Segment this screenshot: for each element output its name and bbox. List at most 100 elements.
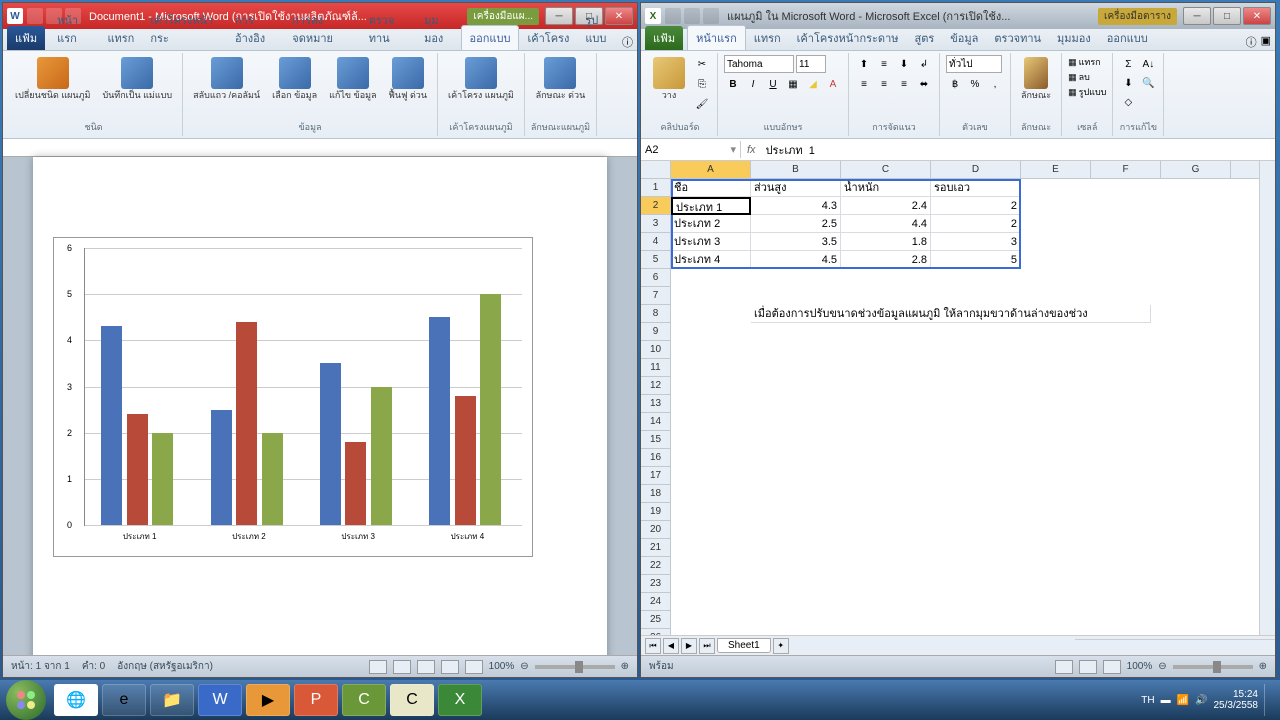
fx-icon[interactable]: fx xyxy=(741,144,762,156)
tab-view[interactable]: มุมมอง xyxy=(416,8,460,50)
undo-icon[interactable] xyxy=(684,8,700,24)
zoom-slider[interactable] xyxy=(535,665,615,669)
cell-B5[interactable]: 4.5 xyxy=(751,251,841,269)
cell-B8[interactable]: เมื่อต้องการปรับขนาดช่วงข้อมูลแผนภูมิ ให… xyxy=(751,305,1151,323)
row-header-22[interactable]: 22 xyxy=(641,557,670,575)
column-header-D[interactable]: D xyxy=(931,161,1021,178)
show-desktop-button[interactable] xyxy=(1264,684,1274,716)
language-status[interactable]: อังกฤษ (สหรัฐอเมริกา) xyxy=(117,659,213,674)
help-icon[interactable]: ⓘ xyxy=(1246,34,1257,50)
sheet-nav-first[interactable]: ⏮ xyxy=(645,638,661,654)
row-header-19[interactable]: 19 xyxy=(641,503,670,521)
cell-C4[interactable]: 1.8 xyxy=(841,233,931,251)
row-header-1[interactable]: 1 xyxy=(641,179,670,197)
tab-home[interactable]: หน้าแรก xyxy=(49,8,99,50)
normal-view-button[interactable] xyxy=(1055,660,1073,674)
cell-A3[interactable]: ประเภท 2 xyxy=(671,215,751,233)
cell-B3[interactable]: 2.5 xyxy=(751,215,841,233)
cell-D3[interactable]: 2 xyxy=(931,215,1021,233)
copy-icon[interactable]: ⎘ xyxy=(693,75,711,93)
tray-time[interactable]: 15:24 xyxy=(1214,689,1259,700)
reading-view-button[interactable] xyxy=(393,660,411,674)
collapse-ribbon-icon[interactable]: ▣ xyxy=(1261,34,1271,50)
horizontal-ruler[interactable] xyxy=(3,139,637,157)
row-header-21[interactable]: 21 xyxy=(641,539,670,557)
zoom-level[interactable]: 100% xyxy=(489,661,515,672)
zoom-out-button[interactable]: ⊖ xyxy=(1158,661,1166,672)
tray-network-icon[interactable]: 📶 xyxy=(1177,695,1189,706)
cell-styles-button[interactable]: ลักษณะ xyxy=(1017,55,1055,103)
cell-C2[interactable]: 2.4 xyxy=(841,197,931,215)
cell-D1[interactable]: รอบเอว xyxy=(931,179,1021,197)
zoom-in-button[interactable]: ⊕ xyxy=(621,661,629,672)
system-tray[interactable]: TH ▬ 📶 🔊 15:24 25/3/2558 xyxy=(1141,684,1274,716)
tray-date[interactable]: 25/3/2558 xyxy=(1214,700,1259,711)
row-header-16[interactable]: 16 xyxy=(641,449,670,467)
cell-D2[interactable]: 2 xyxy=(931,197,1021,215)
row-header-14[interactable]: 14 xyxy=(641,413,670,431)
cell-C1[interactable]: น้ำหนัก xyxy=(841,179,931,197)
formula-input[interactable] xyxy=(762,142,1275,158)
align-top-icon[interactable]: ⬆ xyxy=(855,55,873,73)
change-chart-type-button[interactable]: เปลี่ยนชนิด แผนภูมิ xyxy=(11,55,94,103)
font-size-selector[interactable] xyxy=(796,55,826,73)
taskbar-media-icon[interactable]: ▶ xyxy=(246,684,290,716)
taskbar-excel-icon[interactable]: X xyxy=(438,684,482,716)
cell-B1[interactable]: ส่วนสูง xyxy=(751,179,841,197)
paste-button[interactable]: วาง xyxy=(649,55,689,103)
tab-view[interactable]: มุมมอง xyxy=(1049,26,1099,50)
save-as-template-button[interactable]: บันทึกเป็น แม่แบบ xyxy=(98,55,176,103)
tab-chart-layout[interactable]: เค้าโครง xyxy=(519,26,577,50)
percent-icon[interactable]: % xyxy=(966,75,984,93)
taskbar-chrome-icon[interactable]: 🌐 xyxy=(54,684,98,716)
embedded-chart[interactable]: 0123456ประเภท 1ประเภท 2ประเภท 3ประเภท 4 xyxy=(53,237,533,557)
cell-A5[interactable]: ประเภท 4 xyxy=(671,251,751,269)
merge-icon[interactable]: ⬌ xyxy=(915,75,933,93)
save-icon[interactable] xyxy=(27,8,43,24)
row-header-25[interactable]: 25 xyxy=(641,611,670,629)
cell-A4[interactable]: ประเภท 3 xyxy=(671,233,751,251)
start-button[interactable] xyxy=(6,680,46,720)
tab-review[interactable]: ตรวจทาน xyxy=(986,26,1049,50)
row-header-4[interactable]: 4 xyxy=(641,233,670,251)
minimize-button[interactable]: ─ xyxy=(1183,7,1211,25)
outline-view-button[interactable] xyxy=(441,660,459,674)
tab-home[interactable]: หน้าแรก xyxy=(687,25,746,50)
edit-data-button[interactable]: แก้ไข ข้อมูล xyxy=(325,55,380,103)
row-header-8[interactable]: 8 xyxy=(641,305,670,323)
cell-grid[interactable]: ชื่อส่วนสูงน้ำหนักรอบเอวประเภท 14.32.42ป… xyxy=(671,179,1275,635)
taskbar-explorer-icon[interactable]: 📁 xyxy=(150,684,194,716)
tray-volume-icon[interactable]: 🔊 xyxy=(1195,695,1207,706)
redo-icon[interactable] xyxy=(703,8,719,24)
taskbar-camtasia-icon[interactable]: C xyxy=(342,684,386,716)
help-icon[interactable]: ⓘ xyxy=(622,34,633,50)
row-header-2[interactable]: 2 xyxy=(641,197,670,215)
selected-cell[interactable]: ประเภท 1 xyxy=(671,197,751,215)
tab-insert[interactable]: แทรก xyxy=(746,26,789,50)
save-icon[interactable] xyxy=(665,8,681,24)
align-middle-icon[interactable]: ≡ xyxy=(875,55,893,73)
tab-page-layout[interactable]: เค้าโครงหน้ากระดาษ xyxy=(789,26,907,50)
align-right-icon[interactable]: ≡ xyxy=(895,75,913,93)
column-header-E[interactable]: E xyxy=(1021,161,1091,178)
row-header-12[interactable]: 12 xyxy=(641,377,670,395)
quick-styles-button[interactable]: ลักษณะ ด่วน xyxy=(532,55,590,103)
comma-icon[interactable]: , xyxy=(986,75,1004,93)
taskbar-app-icon[interactable]: C xyxy=(390,684,434,716)
row-header-20[interactable]: 20 xyxy=(641,521,670,539)
row-header-3[interactable]: 3 xyxy=(641,215,670,233)
select-all-corner[interactable] xyxy=(641,161,671,178)
tab-format[interactable]: รูปแบบ xyxy=(577,8,622,50)
name-box[interactable]: ▾ xyxy=(641,141,741,158)
bold-button[interactable]: B xyxy=(724,75,742,93)
tray-flag-icon[interactable]: ▬ xyxy=(1161,695,1171,706)
taskbar-ie-icon[interactable]: e xyxy=(102,684,146,716)
new-sheet-button[interactable]: ✦ xyxy=(773,638,789,654)
format-painter-icon[interactable]: 🖌 xyxy=(693,95,711,113)
column-header-G[interactable]: G xyxy=(1161,161,1231,178)
column-header-B[interactable]: B xyxy=(751,161,841,178)
tray-lang[interactable]: TH xyxy=(1141,695,1154,706)
tab-file[interactable]: แฟ้ม xyxy=(7,26,45,50)
row-header-10[interactable]: 10 xyxy=(641,341,670,359)
insert-cells-button[interactable]: ▦แทรก xyxy=(1068,55,1106,69)
